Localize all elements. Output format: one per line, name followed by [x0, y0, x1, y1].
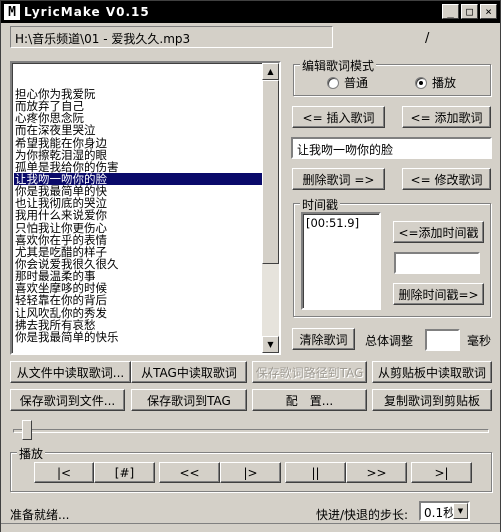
delete-lyric-button[interactable]: 删除歌词 => — [292, 168, 385, 190]
save-to-file-button[interactable]: 保存歌词到文件... — [10, 389, 125, 411]
save-to-tag-button[interactable]: 保存歌词到TAG — [131, 389, 247, 411]
play-current-button[interactable]: [#] — [94, 462, 155, 483]
minimize-icon[interactable]: _ — [442, 4, 459, 19]
add-timestamp-button[interactable]: <=添加时间戳 — [393, 221, 484, 243]
lyrics-scrollbar[interactable]: ▲ ▼ — [262, 63, 279, 353]
modify-lyric-button[interactable]: <= 修改歌词 — [402, 168, 491, 190]
lyric-line[interactable]: 希望我能在你身边 — [14, 136, 262, 149]
playback-legend: 播放 — [17, 445, 46, 462]
window-title: LyricMake V0.15 — [24, 5, 150, 19]
insert-lyric-button[interactable]: <= 插入歌词 — [292, 106, 385, 128]
maximize-icon[interactable]: □ — [461, 4, 478, 19]
lyric-line[interactable]: 你是我最简单的快乐 — [14, 331, 262, 343]
step-label: 快进/快退的步长: — [316, 508, 409, 522]
radio-unchecked-icon[interactable] — [327, 76, 339, 89]
lyric-line[interactable]: 拂去我所有哀愁 — [14, 319, 262, 331]
window-controls: _ □ × — [442, 4, 497, 19]
lyric-line[interactable]: 而在深夜里哭泣 — [14, 124, 262, 136]
timestamp-listbox[interactable]: [00:51.9] — [301, 212, 381, 310]
edit-mode-group: 编辑歌词模式 普通 播放 — [293, 57, 491, 96]
clear-lyrics-button[interactable]: 清除歌词 — [292, 328, 355, 350]
adjust-label: 总体调整 — [365, 334, 414, 348]
read-from-clipboard-button[interactable]: 从剪贴板中读取歌词 — [372, 361, 492, 383]
read-from-tag-button[interactable]: 从TAG中读取歌词 — [131, 361, 247, 383]
tick-mark: / — [425, 31, 430, 46]
lyric-line[interactable]: 喜欢你在乎的表情 — [14, 234, 262, 246]
lyrics-listbox[interactable]: 担心你为我爱阮 而放弃了自己 心疼你思念阮 而在深夜里哭泣 希望我能在你身边 为你擦乾泪湿… — [10, 61, 281, 355]
config-button[interactable]: 配 置... — [252, 389, 367, 411]
scroll-thumb[interactable] — [262, 80, 279, 264]
read-from-file-button[interactable]: 从文件中读取歌词... — [10, 361, 131, 383]
radio-checked-icon[interactable] — [415, 76, 427, 89]
adjust-input[interactable] — [425, 329, 460, 351]
chevron-down-icon[interactable]: ▼ — [453, 503, 468, 519]
mode-normal-label: 普通 — [344, 76, 369, 90]
mode-play-radio[interactable]: 播放 — [415, 74, 456, 91]
timestamp-legend: 时间戳 — [300, 196, 341, 213]
step-select[interactable]: 0.1秒 ▼ — [419, 501, 470, 521]
play-first-button[interactable]: |< — [34, 462, 94, 483]
progress-slider-thumb[interactable] — [21, 420, 32, 440]
lyric-line[interactable]: 我用什么来说爱你 — [14, 209, 262, 221]
lyrics-list[interactable]: 担心你为我爱阮 而放弃了自己 心疼你思念阮 而在深夜里哭泣 希望我能在你身边 为你擦乾泪湿… — [14, 65, 262, 351]
app-logo-icon: M — [4, 4, 20, 20]
fast-forward-button[interactable]: >> — [346, 462, 407, 483]
delete-timestamp-button[interactable]: 删除时间戳=> — [393, 283, 484, 305]
mode-normal-radio[interactable]: 普通 — [327, 74, 368, 91]
close-icon[interactable]: × — [480, 4, 497, 19]
bottom-strip — [1, 523, 500, 532]
adjust-unit-label: 毫秒 — [467, 334, 492, 348]
scroll-down-icon[interactable]: ▼ — [262, 336, 279, 353]
current-lyric-input[interactable]: 让我吻一吻你的脸 — [291, 137, 492, 159]
scroll-up-icon[interactable]: ▲ — [262, 63, 279, 80]
timestamp-item[interactable]: [00:51.9] — [306, 216, 376, 230]
status-text: 准备就绪... — [10, 508, 70, 522]
pause-button[interactable]: || — [285, 462, 346, 483]
timestamp-input[interactable] — [394, 252, 480, 274]
lyric-line[interactable]: 让风吹乱你的秀发 — [14, 306, 262, 319]
edit-mode-legend: 编辑歌词模式 — [300, 57, 377, 74]
mode-play-label: 播放 — [432, 76, 457, 90]
copy-to-clipboard-button[interactable]: 复制歌词到剪贴板 — [372, 389, 492, 411]
play-button[interactable]: |> — [220, 462, 281, 483]
rewind-button[interactable]: << — [159, 462, 220, 483]
step-value: 0.1秒 — [424, 506, 456, 520]
file-path-display: H:\音乐频道\01 - 爱我久久.mp3 — [10, 26, 333, 48]
add-lyric-button[interactable]: <= 添加歌词 — [402, 106, 491, 128]
save-path-to-tag-button[interactable]: 保存歌词路径到TAG — [252, 361, 367, 383]
lyric-line[interactable]: 轻轻靠在你的背后 — [14, 294, 262, 306]
play-last-button[interactable]: >| — [411, 462, 472, 483]
progress-slider-track[interactable] — [13, 429, 489, 433]
title-bar[interactable]: M LyricMake V0.15 _ □ × — [1, 1, 500, 23]
lyric-line[interactable]: 只怕我让你更伤心 — [14, 221, 262, 234]
main-window: M LyricMake V0.15 _ □ × H:\音乐频道\01 - 爱我久… — [0, 0, 501, 532]
